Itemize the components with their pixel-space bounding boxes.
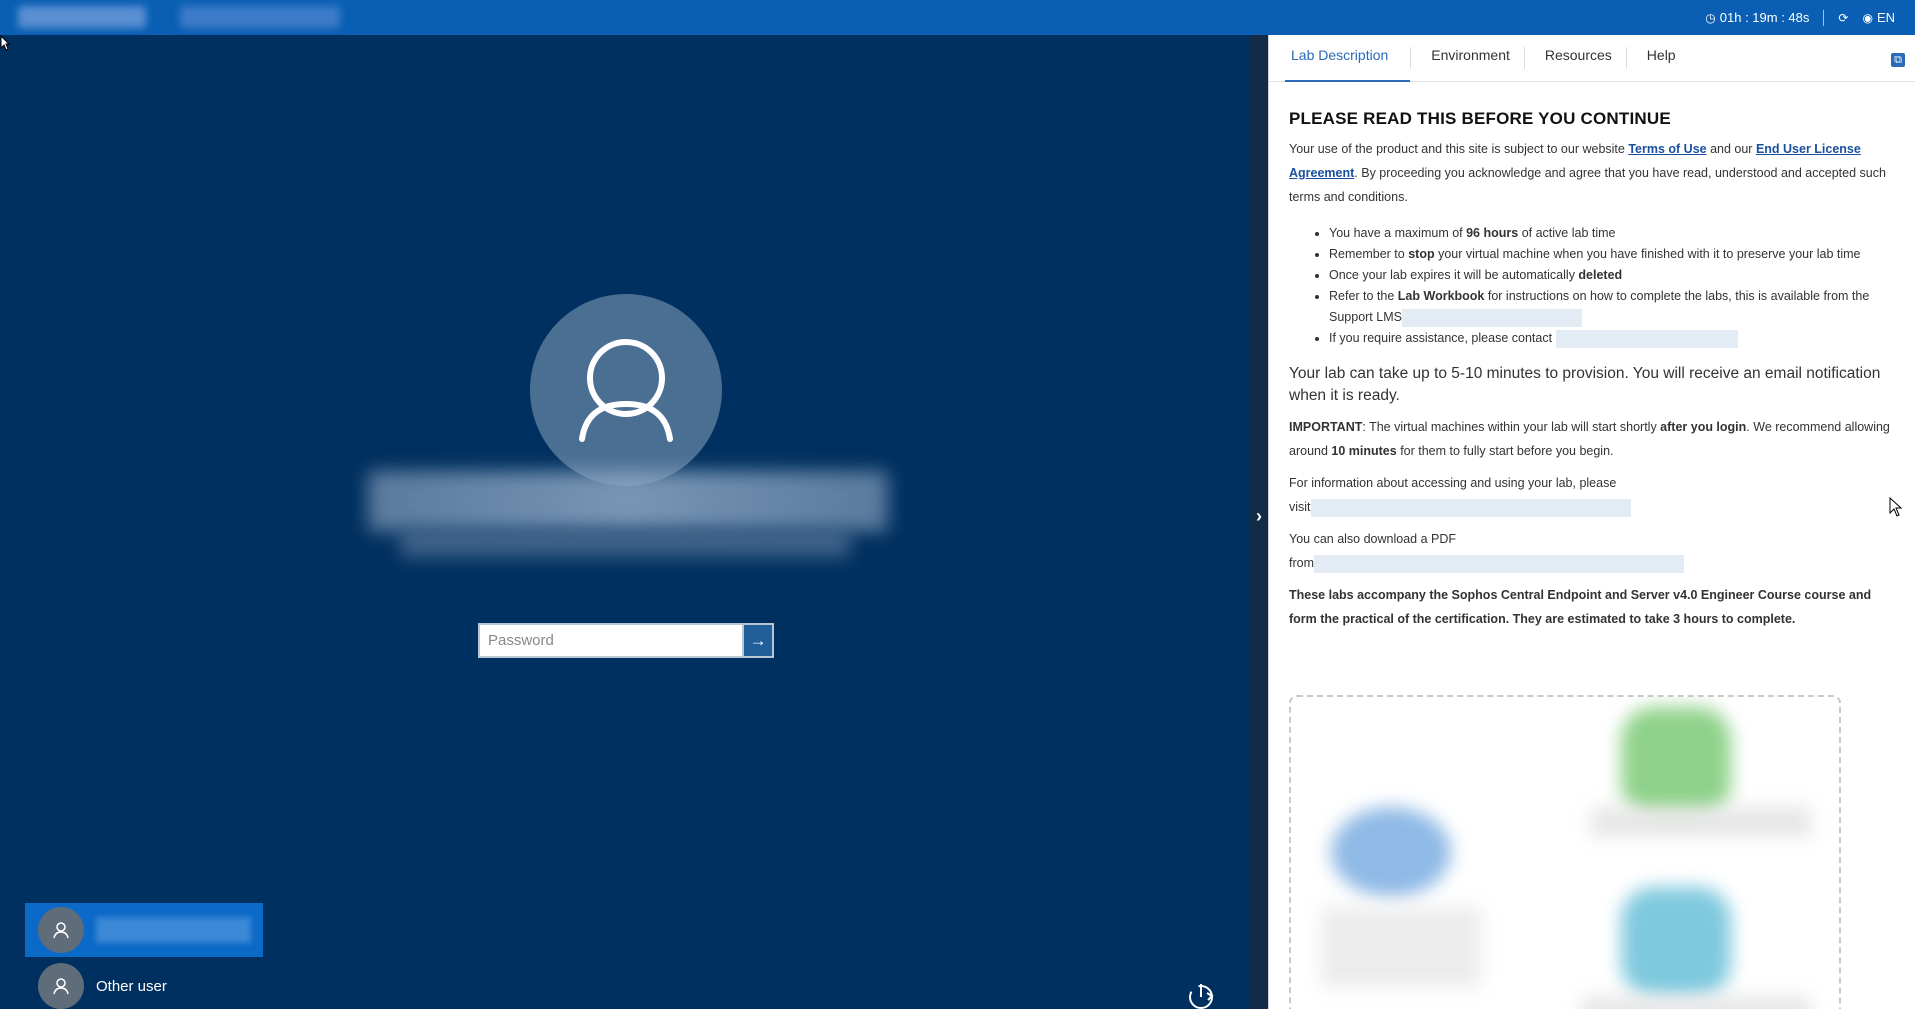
user-avatar-large [530,294,722,486]
terms-text: and our [1706,142,1756,156]
tab-environment[interactable]: Environment [1425,35,1524,82]
user-icon [579,339,673,442]
terms-text: . By proceeding you acknowledge and agre… [1289,166,1886,204]
redacted-user-label [96,917,251,943]
user-switcher-selected[interactable] [25,903,263,957]
other-user-label: Other user [96,977,167,995]
chevron-right-icon: › [1256,505,1262,526]
clock-icon: ◷ [1705,10,1716,25]
mouse-cursor-icon [1889,497,1903,517]
diagram-node [1331,807,1451,897]
globe-icon: ◉ [1862,10,1873,25]
divider [1410,47,1412,69]
user-icon [53,922,69,939]
redacted-info-link[interactable] [1310,498,1631,517]
submit-arrow-button[interactable]: → [742,625,772,656]
top-bar: ◷ 01h : 19m : 48s ⟳ ◉ EN [0,0,1915,35]
vm-login-screen[interactable]: → Other user [0,35,1250,1009]
terms-text: Your use of the product and this site is… [1289,142,1629,156]
list-item: If you require assistance, please contac… [1329,328,1899,349]
list-item: You have a maximum of 96 hours of active… [1329,223,1899,244]
collapse-panel-button[interactable]: › [1250,502,1268,530]
course-paragraph: These labs accompany the Sophos Central … [1289,588,1872,626]
list-item: Remember to stop your virtual machine wh… [1329,244,1899,265]
user-switcher-other[interactable]: Other user [25,959,263,1009]
redacted-link [1401,308,1582,327]
pdf-paragraph: You can also download a PDF from [1289,527,1899,575]
redacted-username [368,471,888,531]
list-item: Once your lab expires it will be automat… [1329,265,1899,286]
tab-resources[interactable]: Resources [1539,35,1626,82]
lab-panel: Lab Description Environment Resources He… [1268,35,1915,1009]
diagram-label [1581,997,1811,1009]
session-timer: ◷ 01h : 19m : 48s [1705,10,1809,25]
language-selector[interactable]: ◉ EN [1862,10,1895,25]
provision-notice: Your lab can take up to 5-10 minutes to … [1289,365,1881,404]
redacted-contact [1555,329,1738,348]
panel-tabs: Lab Description Environment Resources He… [1269,35,1915,82]
page-title: PLEASE READ THIS BEFORE YOU CONTINUE [1289,109,1671,128]
user-avatar-small [38,907,84,953]
divider [1523,47,1525,69]
tab-help[interactable]: Help [1641,35,1690,82]
topbar-controls: ◷ 01h : 19m : 48s ⟳ ◉ EN [1705,0,1895,35]
terms-paragraph: Your use of the product and this site is… [1289,137,1899,209]
user-icon [53,978,69,995]
diagram-label [1321,907,1481,987]
mouse-cursor-icon [0,35,10,51]
diagram-node [1621,887,1731,997]
redacted-logo [18,6,146,28]
tab-lab-description[interactable]: Lab Description [1285,35,1411,82]
terms-of-use-link[interactable]: Terms of Use [1628,142,1706,156]
rules-list: You have a maximum of 96 hours of active… [1329,223,1899,349]
language-label: EN [1876,10,1895,25]
lab-description-content: PLEASE READ THIS BEFORE YOU CONTINUE You… [1289,107,1899,639]
info-paragraph: For information about accessing and usin… [1289,471,1899,519]
user-avatar-small [38,963,84,1009]
popout-icon[interactable]: ⧉ [1891,53,1905,67]
divider [1823,9,1825,26]
redacted-title [180,6,340,28]
password-box: → [478,623,774,658]
arrow-right-icon: → [749,630,767,650]
redacted-pdf-link[interactable] [1314,554,1684,573]
divider [1625,47,1627,69]
timer-text: 01h : 19m : 48s [1719,10,1810,25]
lab-diagram [1289,695,1841,1009]
accessibility-power-icon[interactable] [1185,980,1217,1009]
refresh-icon[interactable]: ⟳ [1838,11,1848,25]
redacted-domain [400,529,850,557]
diagram-label [1591,807,1811,837]
diagram-node [1621,707,1731,817]
password-input[interactable] [480,625,742,656]
important-notice: IMPORTANT: The virtual machines within y… [1289,420,1890,458]
list-item: Refer to the Lab Workbook for instructio… [1329,286,1899,328]
